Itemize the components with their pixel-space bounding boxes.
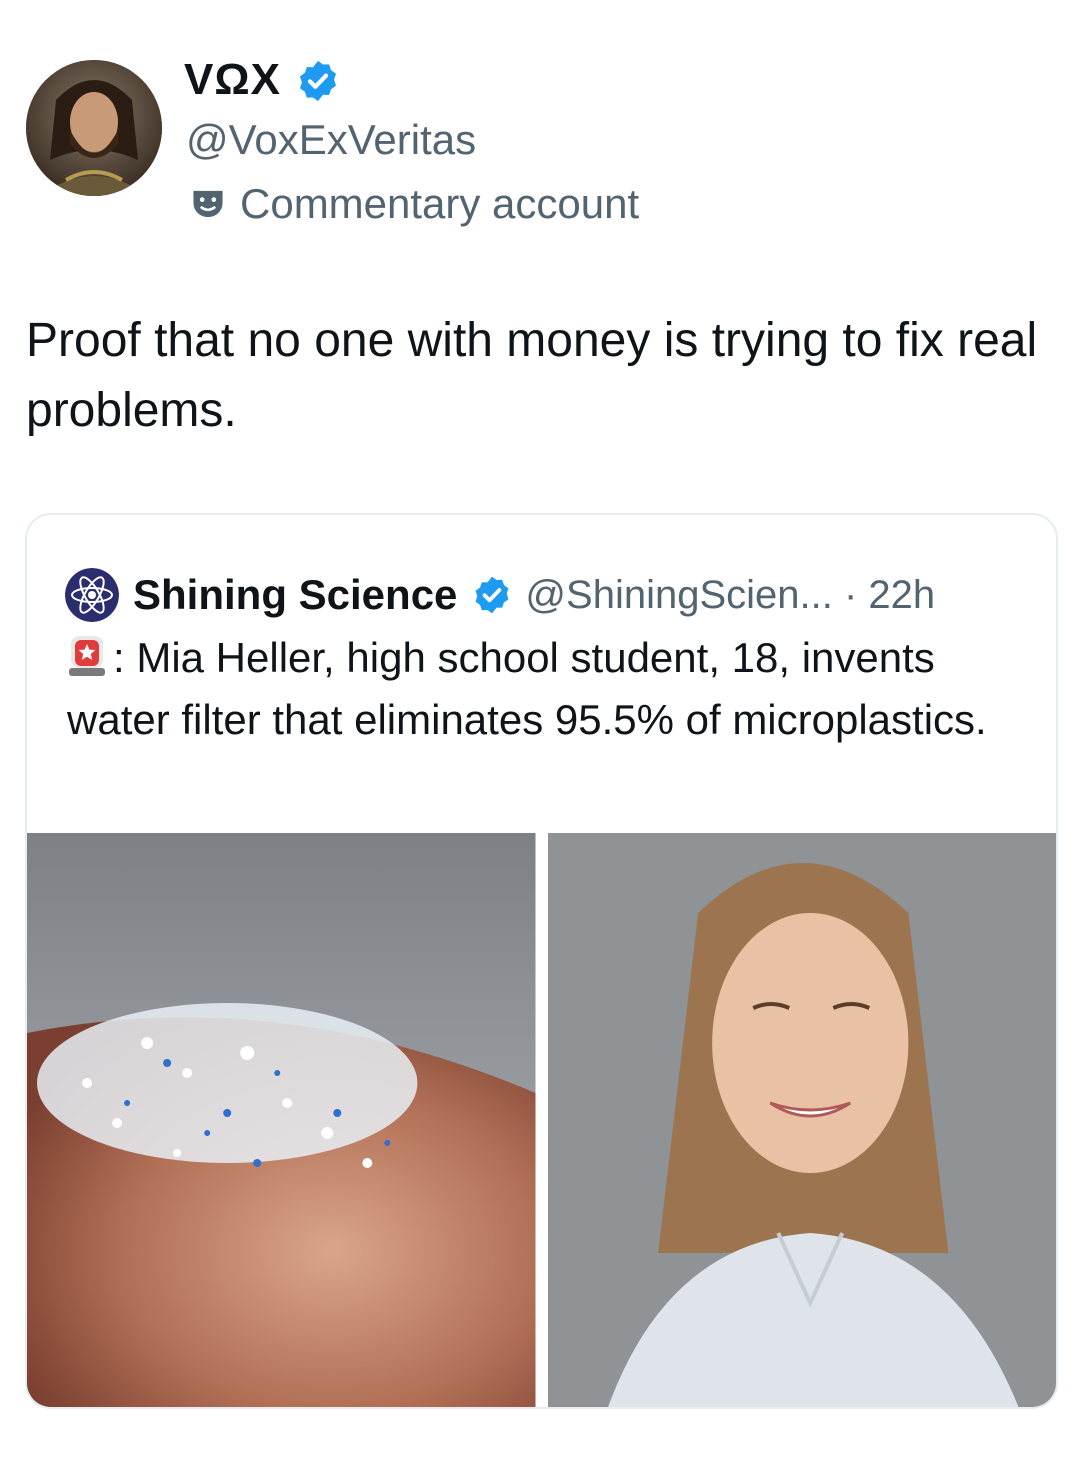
portrait-photo[interactable] — [547, 833, 1056, 1407]
quoted-tweet-body: : Mia Heller, high school student, 18, i… — [67, 634, 987, 743]
quoted-handle[interactable]: @ShiningScien... — [525, 573, 832, 618]
quoted-display-name[interactable]: Shining Science — [133, 571, 457, 619]
verified-badge-icon — [299, 60, 337, 102]
author-avatar[interactable] — [26, 60, 162, 196]
commentary-account-label: Commentary account — [190, 178, 639, 230]
quoted-tweet-header: Shining Science @ShiningScien... · 22h — [65, 565, 935, 625]
quoted-tweet-text: : Mia Heller, high school student, 18, i… — [67, 627, 1027, 751]
author-handle[interactable]: @VoxExVeritas — [186, 114, 476, 166]
quoted-media-grid — [27, 833, 1056, 1407]
author-display-name[interactable]: VΩX — [184, 52, 281, 108]
commentary-account-text: Commentary account — [240, 180, 640, 227]
verified-badge-icon — [475, 576, 509, 614]
theater-mask-icon — [193, 190, 223, 218]
siren-emoji-icon — [69, 636, 105, 676]
atom-avatar-icon[interactable] — [65, 568, 119, 622]
quoted-separator: · — [832, 572, 869, 617]
microplastics-photo[interactable] — [27, 833, 536, 1407]
quoted-tweet-card[interactable]: Shining Science @ShiningScien... · 22h :… — [25, 513, 1058, 1409]
quoted-timestamp[interactable]: 22h — [868, 573, 935, 618]
tweet-text: Proof that no one with money is trying t… — [26, 314, 1038, 437]
